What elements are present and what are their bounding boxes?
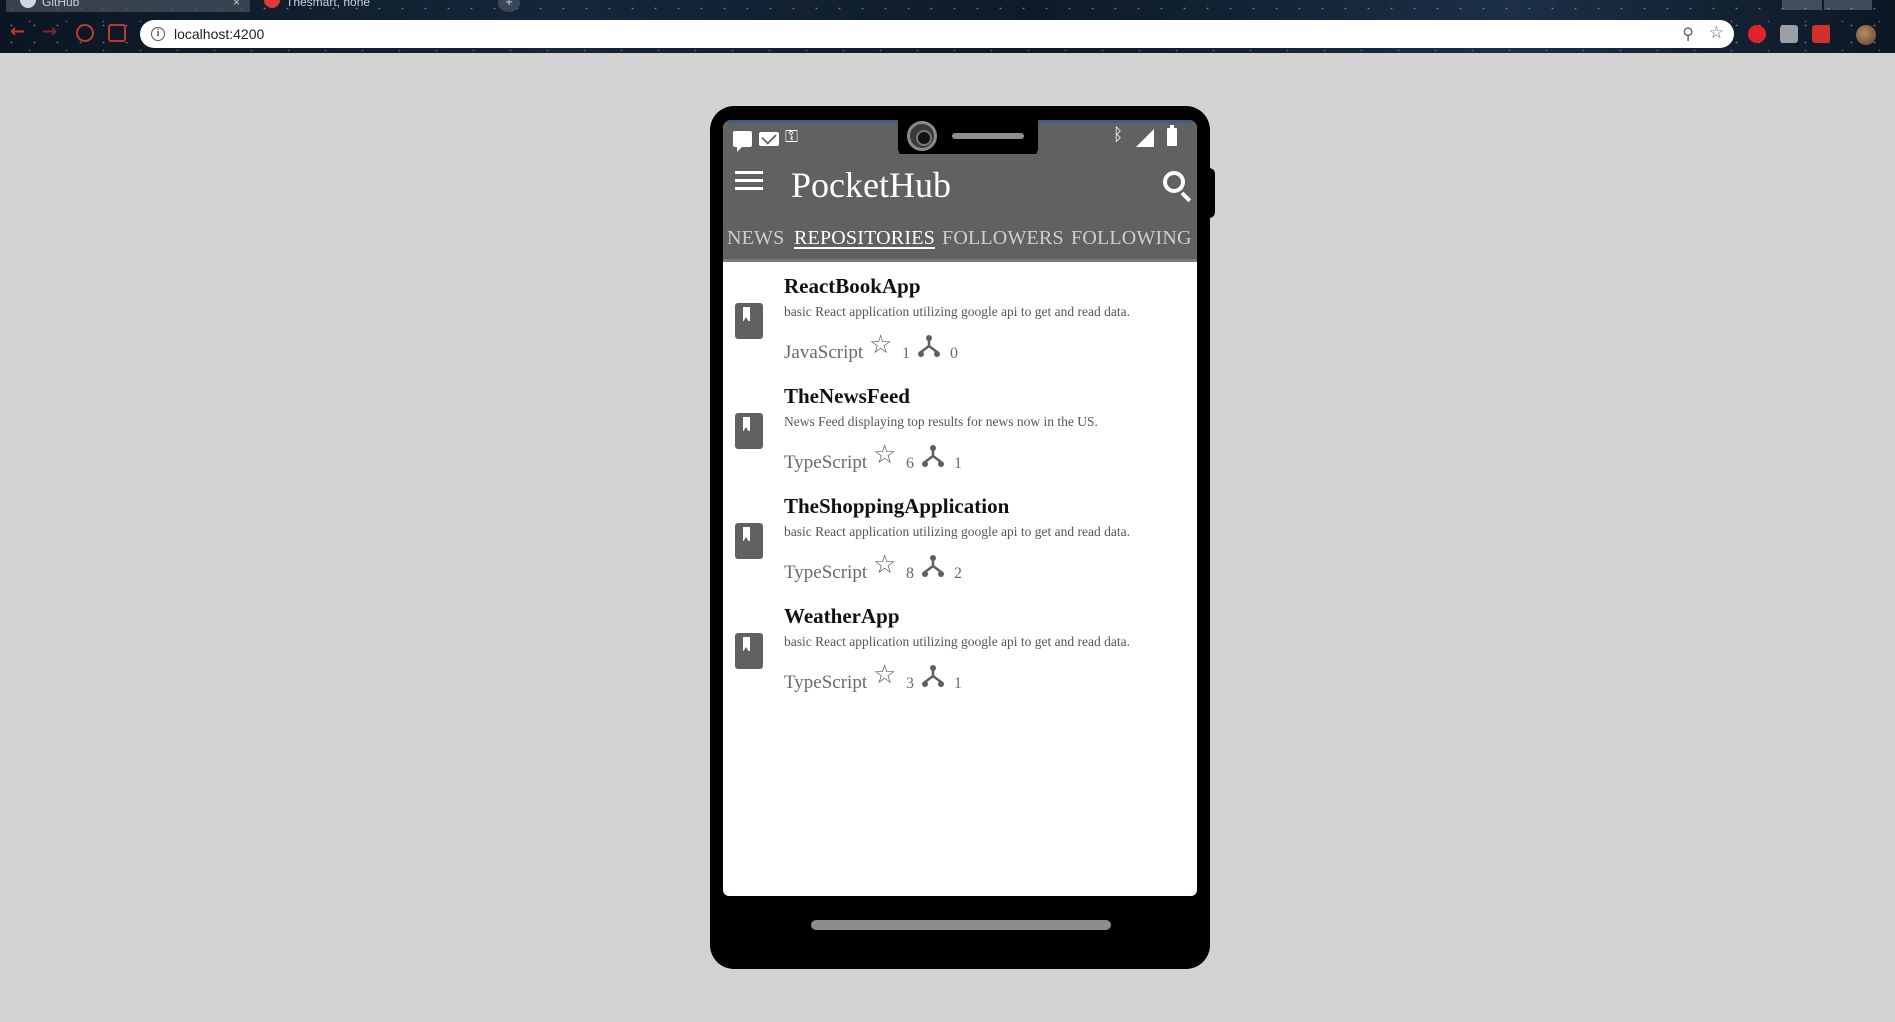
- mail-icon: [759, 132, 779, 146]
- browser-chrome: GitHub × Thesmart, hone + i localhost:42…: [0, 0, 1895, 53]
- forward-button[interactable]: [42, 21, 60, 42]
- close-tab-icon[interactable]: ×: [233, 0, 240, 8]
- extension-red-icon[interactable]: [1812, 25, 1830, 43]
- signal-icon: [1136, 129, 1154, 147]
- repo-star-count: 6: [906, 455, 914, 472]
- repo-description: basic React application utilizing google…: [784, 634, 1131, 649]
- repo-star-count: 8: [906, 565, 914, 582]
- fork-icon: [917, 334, 941, 357]
- repo-fork-count: 1: [954, 455, 962, 472]
- repo-list-item[interactable]: TheShoppingApplication basic React appli…: [723, 482, 1197, 592]
- tab-following[interactable]: FOLLOWING: [1071, 227, 1192, 250]
- star-icon: ☆: [873, 550, 897, 580]
- zoom-icon[interactable]: ⚲: [1682, 24, 1694, 43]
- address-bar[interactable]: i localhost:4200 ⚲ ☆: [140, 20, 1734, 48]
- star-icon: ☆: [873, 660, 897, 690]
- window-minimize-button[interactable]: [1824, 0, 1872, 10]
- repo-star-count: 3: [906, 675, 914, 692]
- repository-list: ReactBookApp basic React application uti…: [723, 262, 1197, 702]
- repo-list-item[interactable]: TheNewsFeed News Feed displaying top res…: [723, 372, 1197, 482]
- phone-screen: ⚿ ᛒ PocketHub NEWS REPOSITORIES FOLLOWER…: [723, 120, 1197, 896]
- repo-list-item[interactable]: ReactBookApp basic React application uti…: [723, 262, 1197, 372]
- window-restore-button[interactable]: [1782, 0, 1822, 10]
- repo-list-item[interactable]: WeatherApp basic React application utili…: [723, 592, 1197, 702]
- app-bar: PocketHub: [723, 154, 1197, 216]
- extension-opera-icon[interactable]: [1748, 25, 1766, 43]
- site-favicon-icon: [264, 0, 280, 8]
- fork-icon: [921, 444, 945, 467]
- tab-followers[interactable]: FOLLOWERS: [942, 227, 1064, 250]
- repo-description: basic React application utilizing google…: [784, 524, 1131, 539]
- browser-tab-second[interactable]: Thesmart, hone: [250, 0, 490, 12]
- battery-icon: [1167, 125, 1177, 146]
- repo-language: TypeScript: [784, 452, 868, 473]
- status-bar: ⚿ ᛒ: [723, 120, 1197, 158]
- browser-tab-label: GitHub: [42, 0, 80, 9]
- hamburger-menu-icon[interactable]: [735, 171, 765, 193]
- github-favicon-icon: [20, 0, 36, 8]
- repo-language: TypeScript: [784, 562, 868, 583]
- star-icon: ☆: [869, 330, 893, 360]
- repo-bookmark-icon: [735, 633, 763, 669]
- repo-name[interactable]: ReactBookApp: [784, 274, 921, 299]
- repo-bookmark-icon: [735, 303, 763, 339]
- address-url[interactable]: localhost:4200: [174, 26, 264, 42]
- repo-bookmark-icon: [735, 523, 763, 559]
- site-info-icon[interactable]: i: [151, 27, 165, 41]
- message-icon: [733, 131, 752, 152]
- camera-icon: [907, 121, 937, 151]
- repo-fork-count: 0: [950, 345, 958, 362]
- home-button[interactable]: [108, 24, 126, 42]
- repo-language: JavaScript: [784, 342, 864, 363]
- phone-notch: [898, 120, 1038, 158]
- repo-fork-count: 2: [954, 565, 962, 582]
- star-icon: ☆: [873, 440, 897, 470]
- repo-bookmark-icon: [735, 413, 763, 449]
- browser-tab-github[interactable]: GitHub ×: [6, 0, 250, 12]
- bookmark-star-icon[interactable]: ☆: [1709, 23, 1724, 43]
- search-icon[interactable]: [1163, 171, 1185, 193]
- home-indicator-bar[interactable]: [811, 920, 1111, 930]
- reload-button[interactable]: [76, 24, 94, 42]
- bluetooth-icon: ᛒ: [1113, 125, 1124, 145]
- profile-avatar[interactable]: [1856, 25, 1876, 45]
- repo-name[interactable]: TheNewsFeed: [784, 384, 910, 409]
- repo-description: News Feed displaying top results for new…: [784, 414, 1098, 429]
- fork-icon: [921, 664, 945, 687]
- phone-side-button: [1206, 168, 1215, 218]
- fork-icon: [921, 554, 945, 577]
- tab-bar: NEWS REPOSITORIES FOLLOWERS FOLLOWING: [723, 216, 1197, 262]
- speaker-grille: [952, 133, 1024, 139]
- vpn-key-icon: ⚿: [785, 127, 798, 147]
- repo-star-count: 1: [902, 345, 910, 362]
- tab-repositories[interactable]: REPOSITORIES: [794, 227, 935, 250]
- back-button[interactable]: [10, 21, 28, 42]
- tab-news[interactable]: NEWS: [727, 227, 784, 250]
- app-title: PocketHub: [791, 165, 951, 205]
- extension-grey-icon[interactable]: [1780, 25, 1798, 43]
- repo-description: basic React application utilizing google…: [784, 304, 1131, 319]
- repo-name[interactable]: TheShoppingApplication: [784, 494, 1009, 519]
- repo-name[interactable]: WeatherApp: [784, 604, 900, 629]
- repo-language: TypeScript: [784, 672, 868, 693]
- browser-tab-label: Thesmart, hone: [286, 0, 371, 9]
- repo-fork-count: 1: [954, 675, 962, 692]
